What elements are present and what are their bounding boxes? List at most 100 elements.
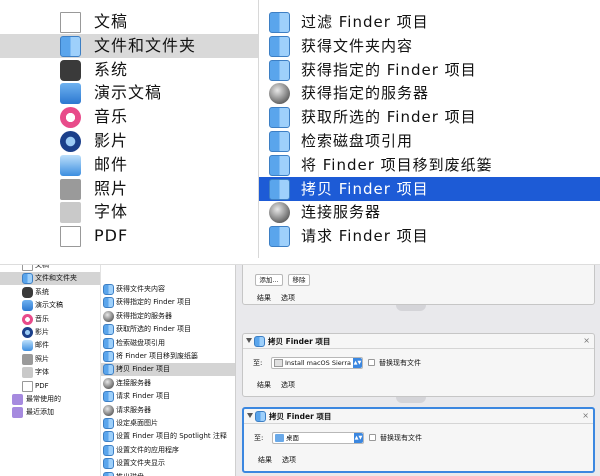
smart-folder-icon	[12, 394, 23, 405]
action-list-item[interactable]: 设定桌面图片	[101, 417, 236, 430]
replace-existing-checkbox[interactable]	[369, 434, 376, 441]
sidebar-item[interactable]: 文件和文件夹	[0, 272, 100, 286]
action-card-partial: 添加... 移除 结果 选项	[242, 265, 595, 305]
category-item[interactable]: 文件和文件夹	[0, 33, 258, 58]
action-list-label: 连接服务器	[116, 378, 151, 387]
action-list-item[interactable]: 请求服务器	[101, 404, 236, 417]
disclosure-triangle-icon[interactable]	[246, 338, 252, 343]
options-tab[interactable]: 选项	[282, 454, 296, 466]
font-icon	[60, 202, 81, 224]
card-connector	[396, 305, 426, 311]
network-globe-icon	[103, 404, 114, 416]
action-label: 获得指定的服务器	[301, 84, 430, 103]
sidebar-item[interactable]: 文稿	[0, 265, 100, 272]
replace-existing-checkbox[interactable]	[368, 359, 375, 366]
action-item[interactable]: 获得文件夹内容	[259, 34, 600, 58]
category-label: 字体	[94, 202, 129, 222]
action-list-item[interactable]: 设置文件的应用程序	[101, 444, 236, 457]
action-list-item[interactable]: 推出磁盘	[101, 471, 236, 476]
action-list-label: 请求服务器	[116, 405, 151, 414]
action-item[interactable]: 将 Finder 项目移到废纸篓	[259, 153, 600, 177]
category-item[interactable]: 音乐	[0, 105, 258, 129]
close-icon[interactable]: ×	[582, 411, 589, 421]
category-item[interactable]: 字体	[0, 200, 258, 224]
results-tab[interactable]: 结果	[257, 379, 271, 391]
finder-icon	[255, 411, 266, 422]
action-list-item[interactable]: 设置 Finder 项目的 Spotlight 注释	[101, 430, 236, 443]
sidebar-item[interactable]: 照片	[0, 353, 100, 366]
sidebar-item[interactable]: 字体	[0, 366, 100, 379]
results-tab[interactable]: 结果	[258, 454, 272, 466]
sidebar-item-label: PDF	[35, 381, 49, 390]
action-list-label: 获得文件夹内容	[116, 285, 165, 293]
sidebar-item[interactable]: 演示文稿	[0, 299, 100, 312]
action-item[interactable]: 获得指定的 Finder 项目	[259, 58, 600, 82]
sidebar-item[interactable]: 邮件	[0, 339, 100, 352]
action-label: 连接服务器	[301, 203, 382, 222]
category-label: 音乐	[94, 107, 129, 127]
sidebar-item[interactable]: PDF	[0, 380, 100, 393]
action-item[interactable]: 过滤 Finder 项目	[259, 10, 600, 34]
replace-existing-label: 替换现有文件	[380, 434, 422, 442]
action-item[interactable]: 获取所选的 Finder 项目	[259, 105, 600, 129]
action-label: 获得指定的 Finder 项目	[301, 60, 477, 79]
remove-button[interactable]: 移除	[288, 274, 310, 286]
destination-select[interactable]: Install macOS Sierra ▲▼	[271, 357, 363, 369]
action-list-item[interactable]: 检索磁盘项引用	[101, 337, 236, 350]
category-item[interactable]: 系统	[0, 58, 258, 82]
action-list-item[interactable]: 拷贝 Finder 项目	[101, 363, 236, 377]
options-tab[interactable]: 选项	[281, 292, 295, 304]
app-root: 文稿 文件和文件夹 系统 演示文稿 音乐 影片 邮件 照片 字体 PDF 过滤 Finder 项目…	[0, 0, 600, 476]
replace-existing-label: 替换现有文件	[379, 359, 421, 367]
category-item[interactable]: 邮件	[0, 153, 258, 177]
action-item[interactable]: 检索磁盘项引用	[259, 129, 600, 153]
action-list-item[interactable]: 请求 Finder 项目	[101, 390, 236, 403]
category-item[interactable]: 演示文稿	[0, 81, 258, 105]
card-connector	[396, 397, 426, 403]
action-list-item[interactable]: 获得文件夹内容	[101, 283, 236, 296]
action-list-item[interactable]: 设置文件夹显示	[101, 457, 236, 470]
music-icon	[60, 107, 81, 129]
finder-icon	[103, 297, 114, 309]
finder-icon	[269, 35, 290, 57]
sidebar-item[interactable]: 音乐	[0, 313, 100, 326]
action-item[interactable]: 拷贝 Finder 项目	[259, 176, 600, 201]
add-button[interactable]: 添加...	[255, 274, 283, 286]
action-label: 请求 Finder 项目	[301, 227, 429, 246]
category-label: 影片	[94, 131, 129, 150]
action-item[interactable]: 获得指定的服务器	[259, 81, 600, 105]
music-icon	[22, 313, 33, 325]
sidebar-item[interactable]: 系统	[0, 286, 100, 299]
action-label: 过滤 Finder 项目	[301, 13, 429, 31]
category-item[interactable]: PDF	[0, 224, 258, 248]
category-item[interactable]: 影片	[0, 129, 258, 153]
options-tab[interactable]: 选项	[281, 379, 295, 391]
document-icon	[22, 265, 33, 271]
action-item[interactable]: 连接服务器	[259, 200, 600, 224]
finder-icon	[22, 273, 33, 285]
card-header: 拷贝 Finder 项目 ×	[244, 409, 593, 424]
action-item[interactable]: 请求 Finder 项目	[259, 224, 600, 248]
category-label: 照片	[94, 178, 129, 198]
action-list-item[interactable]: 将 Finder 项目移到废纸篓	[101, 350, 236, 363]
sidebar-item[interactable]: 影片	[0, 326, 100, 339]
action-list-item[interactable]: 获取所选的 Finder 项目	[101, 323, 236, 336]
disclosure-triangle-icon[interactable]	[247, 413, 253, 418]
action-list-item[interactable]: 连接服务器	[101, 377, 236, 390]
close-icon[interactable]: ×	[583, 336, 590, 346]
keynote-icon	[60, 83, 81, 105]
to-label: 至:	[254, 434, 264, 442]
sidebar-item[interactable]: 最常使用的	[0, 393, 100, 406]
finder-icon	[103, 337, 114, 349]
network-globe-icon	[103, 377, 114, 389]
category-label: 文稿	[94, 12, 129, 31]
category-label: 演示文稿	[94, 83, 163, 103]
results-tab[interactable]: 结果	[257, 292, 271, 304]
photos-icon	[60, 178, 81, 200]
category-item[interactable]: 文稿	[0, 10, 258, 34]
category-item[interactable]: 照片	[0, 177, 258, 201]
sidebar-item[interactable]: 最近添加	[0, 406, 100, 419]
action-list-item[interactable]: 获得指定的服务器	[101, 310, 236, 323]
destination-select[interactable]: 桌面 ▲▼	[272, 432, 364, 444]
action-list-item[interactable]: 获得指定的 Finder 项目	[101, 296, 236, 309]
